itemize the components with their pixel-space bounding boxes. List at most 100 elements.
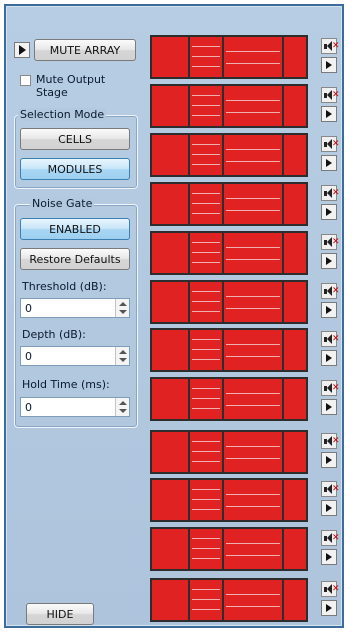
play-icon: [326, 208, 332, 216]
depth-label: Depth (dB):: [22, 328, 86, 341]
module-play-button[interactable]: [321, 57, 337, 73]
speaker-mute-icon[interactable]: ✕: [321, 380, 340, 396]
speaker-mute-icon[interactable]: ✕: [321, 581, 340, 597]
speaker-mute-icon[interactable]: ✕: [321, 433, 340, 449]
module-segment-line: [226, 393, 280, 394]
hide-button[interactable]: HIDE: [26, 603, 94, 625]
speaker-mute-icon[interactable]: ✕: [321, 234, 340, 250]
play-icon: [326, 456, 332, 464]
play-icon: [326, 604, 332, 612]
module-cell[interactable]: [150, 430, 308, 474]
module-play-button[interactable]: [321, 399, 337, 415]
module-play-button[interactable]: [321, 155, 337, 171]
module-play-button[interactable]: [321, 549, 337, 565]
cells-button[interactable]: CELLS: [20, 128, 130, 150]
module-segment-line: [226, 51, 280, 52]
module-divider: [222, 184, 224, 224]
module-segment-line: [192, 558, 220, 559]
module-cell[interactable]: [150, 231, 308, 275]
module-play-button[interactable]: [321, 500, 337, 516]
module-array: ✕ ✕ ✕ ✕ ✕ ✕ ✕ ✕ ✕ ✕ ✕ ✕: [146, 6, 346, 626]
speaker-mute-icon[interactable]: ✕: [321, 136, 340, 152]
module-play-button[interactable]: [321, 204, 337, 220]
hold-time-value: 0: [25, 401, 32, 414]
depth-value: 0: [25, 350, 32, 363]
threshold-spinner[interactable]: [115, 299, 129, 317]
module-segment-line: [192, 509, 220, 510]
module-cell[interactable]: [150, 182, 308, 226]
module-segment-line: [226, 506, 280, 507]
module-segment-line: [226, 247, 280, 248]
module-cell[interactable]: [150, 328, 308, 372]
module-divider: [222, 330, 224, 370]
restore-defaults-button[interactable]: Restore Defaults: [20, 248, 130, 270]
modules-button[interactable]: MODULES: [20, 158, 130, 180]
module-segment-line: [192, 311, 220, 312]
mute-x-mark: ✕: [332, 383, 340, 393]
speaker-mute-icon[interactable]: ✕: [321, 38, 340, 54]
noise-gate-enabled-button[interactable]: ENABLED: [20, 218, 130, 240]
module-segment-line: [192, 203, 220, 204]
module-cell[interactable]: [150, 527, 308, 571]
module-divider: [282, 330, 284, 370]
module-cell[interactable]: [150, 35, 308, 79]
speaker-mute-icon[interactable]: ✕: [321, 283, 340, 299]
module-cell[interactable]: [150, 377, 308, 421]
module-play-button[interactable]: [321, 302, 337, 318]
module-segment-line: [192, 548, 220, 549]
module-play-button[interactable]: [321, 253, 337, 269]
mute-x-mark: ✕: [332, 334, 340, 344]
spin-down-icon: [119, 358, 127, 362]
threshold-value: 0: [25, 302, 32, 315]
module-segment-line: [192, 398, 220, 399]
module-segment-line: [192, 489, 220, 490]
mute-output-checkbox[interactable]: [20, 75, 31, 86]
hold-time-input[interactable]: 0: [20, 397, 130, 417]
play-icon: [326, 257, 332, 265]
module-play-button[interactable]: [321, 452, 337, 468]
depth-spinner[interactable]: [115, 347, 129, 365]
speaker-mute-icon[interactable]: ✕: [321, 481, 340, 497]
depth-input[interactable]: 0: [20, 346, 130, 366]
play-icon: [326, 553, 332, 561]
module-divider: [222, 282, 224, 322]
module-play-button[interactable]: [321, 600, 337, 616]
spin-up-icon: [119, 350, 127, 354]
module-cell[interactable]: [150, 478, 308, 522]
mute-x-mark: ✕: [332, 286, 340, 296]
module-divider: [188, 580, 190, 620]
module-divider: [282, 282, 284, 322]
speaker-mute-icon[interactable]: ✕: [321, 530, 340, 546]
module-play-button[interactable]: [321, 350, 337, 366]
module-segment-line: [192, 359, 220, 360]
module-divider: [282, 86, 284, 126]
module-segment-line: [226, 198, 280, 199]
module-cell[interactable]: [150, 578, 308, 622]
speaker-mute-icon[interactable]: ✕: [321, 331, 340, 347]
threshold-input[interactable]: 0: [20, 298, 130, 318]
module-segment-line: [226, 356, 280, 357]
module-divider: [188, 480, 190, 520]
module-play-button[interactable]: [321, 106, 337, 122]
mute-x-mark: ✕: [332, 41, 340, 51]
module-divider: [222, 432, 224, 472]
module-cell[interactable]: [150, 84, 308, 128]
speaker-mute-icon[interactable]: ✕: [321, 87, 340, 103]
module-segment-line: [192, 538, 220, 539]
module-divider: [282, 135, 284, 175]
play-icon: [326, 354, 332, 362]
module-cell[interactable]: [150, 280, 308, 324]
mute-array-button[interactable]: MUTE ARRAY: [34, 39, 136, 61]
module-segment-line: [192, 461, 220, 462]
module-segment-line: [192, 154, 220, 155]
speaker-mute-icon[interactable]: ✕: [321, 185, 340, 201]
module-divider: [188, 184, 190, 224]
module-segment-line: [192, 349, 220, 350]
hold-time-spinner[interactable]: [115, 398, 129, 416]
play-icon: [326, 306, 332, 314]
module-divider: [282, 37, 284, 77]
module-cell[interactable]: [150, 133, 308, 177]
module-divider: [282, 580, 284, 620]
module-segment-line: [192, 242, 220, 243]
expand-toggle[interactable]: [14, 42, 30, 58]
